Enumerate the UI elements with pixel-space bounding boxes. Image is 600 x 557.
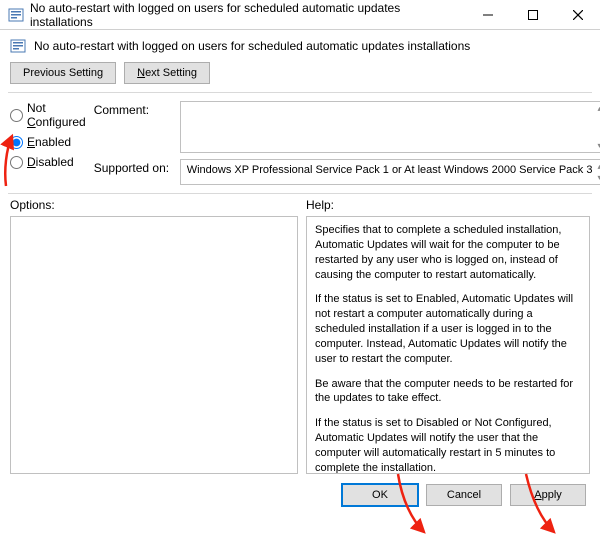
help-label: Help: <box>306 198 590 212</box>
maximize-button[interactable] <box>510 0 555 29</box>
radio-not-configured-input[interactable] <box>10 109 23 122</box>
config-section: Not Configured Enabled Disabled Comment:… <box>0 93 600 193</box>
minimize-button[interactable] <box>465 0 510 29</box>
help-text: If the status is set to Disabled or Not … <box>315 416 581 474</box>
help-text: If the status is set to Enabled, Automat… <box>315 292 581 366</box>
supported-label: Supported on: <box>94 159 174 175</box>
window-controls <box>465 0 600 29</box>
lower-section: Options: Help: Specifies that to complet… <box>0 194 600 474</box>
nav-buttons: Previous Setting Next Setting <box>0 58 600 92</box>
policy-name: No auto-restart with logged on users for… <box>34 39 470 53</box>
radio-not-configured[interactable]: Not Configured <box>10 101 86 129</box>
options-column: Options: <box>10 198 298 474</box>
policy-icon <box>10 38 26 54</box>
radio-label: Enabled <box>27 135 71 149</box>
titlebar: No auto-restart with logged on users for… <box>0 0 600 30</box>
state-radios: Not Configured Enabled Disabled <box>10 101 86 185</box>
help-text: Be aware that the computer needs to be r… <box>315 377 581 407</box>
comment-label: Comment: <box>94 101 174 117</box>
comment-textbox[interactable]: ▴▾ <box>180 101 600 153</box>
help-box[interactable]: Specifies that to complete a scheduled i… <box>306 216 590 474</box>
radio-enabled[interactable]: Enabled <box>10 135 86 149</box>
supported-textbox: Windows XP Professional Service Pack 1 o… <box>180 159 600 185</box>
meta-fields: Comment: ▴▾ Supported on: Windows XP Pro… <box>94 101 600 185</box>
options-box[interactable] <box>10 216 298 474</box>
policy-editor-window: No auto-restart with logged on users for… <box>0 0 600 557</box>
apply-button[interactable]: Apply <box>510 484 586 506</box>
radio-disabled[interactable]: Disabled <box>10 155 86 169</box>
scrollbar-hint: ▴▾ <box>593 161 600 183</box>
next-setting-button[interactable]: Next Setting <box>124 62 210 84</box>
ok-button[interactable]: OK <box>342 484 418 506</box>
radio-enabled-input[interactable] <box>10 136 23 149</box>
radio-disabled-input[interactable] <box>10 156 23 169</box>
comment-row: Comment: ▴▾ <box>94 101 600 153</box>
policy-header: No auto-restart with logged on users for… <box>0 30 600 58</box>
help-text: Specifies that to complete a scheduled i… <box>315 223 581 282</box>
help-column: Help: Specifies that to complete a sched… <box>306 198 590 474</box>
footer-buttons: OK Cancel Apply <box>0 474 600 506</box>
scrollbar-hint: ▴▾ <box>593 103 600 151</box>
previous-setting-button[interactable]: Previous Setting <box>10 62 116 84</box>
supported-row: Supported on: Windows XP Professional Se… <box>94 159 600 185</box>
options-label: Options: <box>10 198 298 212</box>
policy-icon <box>8 7 24 23</box>
window-title: No auto-restart with logged on users for… <box>30 1 465 29</box>
close-button[interactable] <box>555 0 600 29</box>
cancel-button[interactable]: Cancel <box>426 484 502 506</box>
radio-label: Not Configured <box>27 101 86 129</box>
radio-label: Disabled <box>27 155 74 169</box>
supported-value: Windows XP Professional Service Pack 1 o… <box>187 164 593 176</box>
